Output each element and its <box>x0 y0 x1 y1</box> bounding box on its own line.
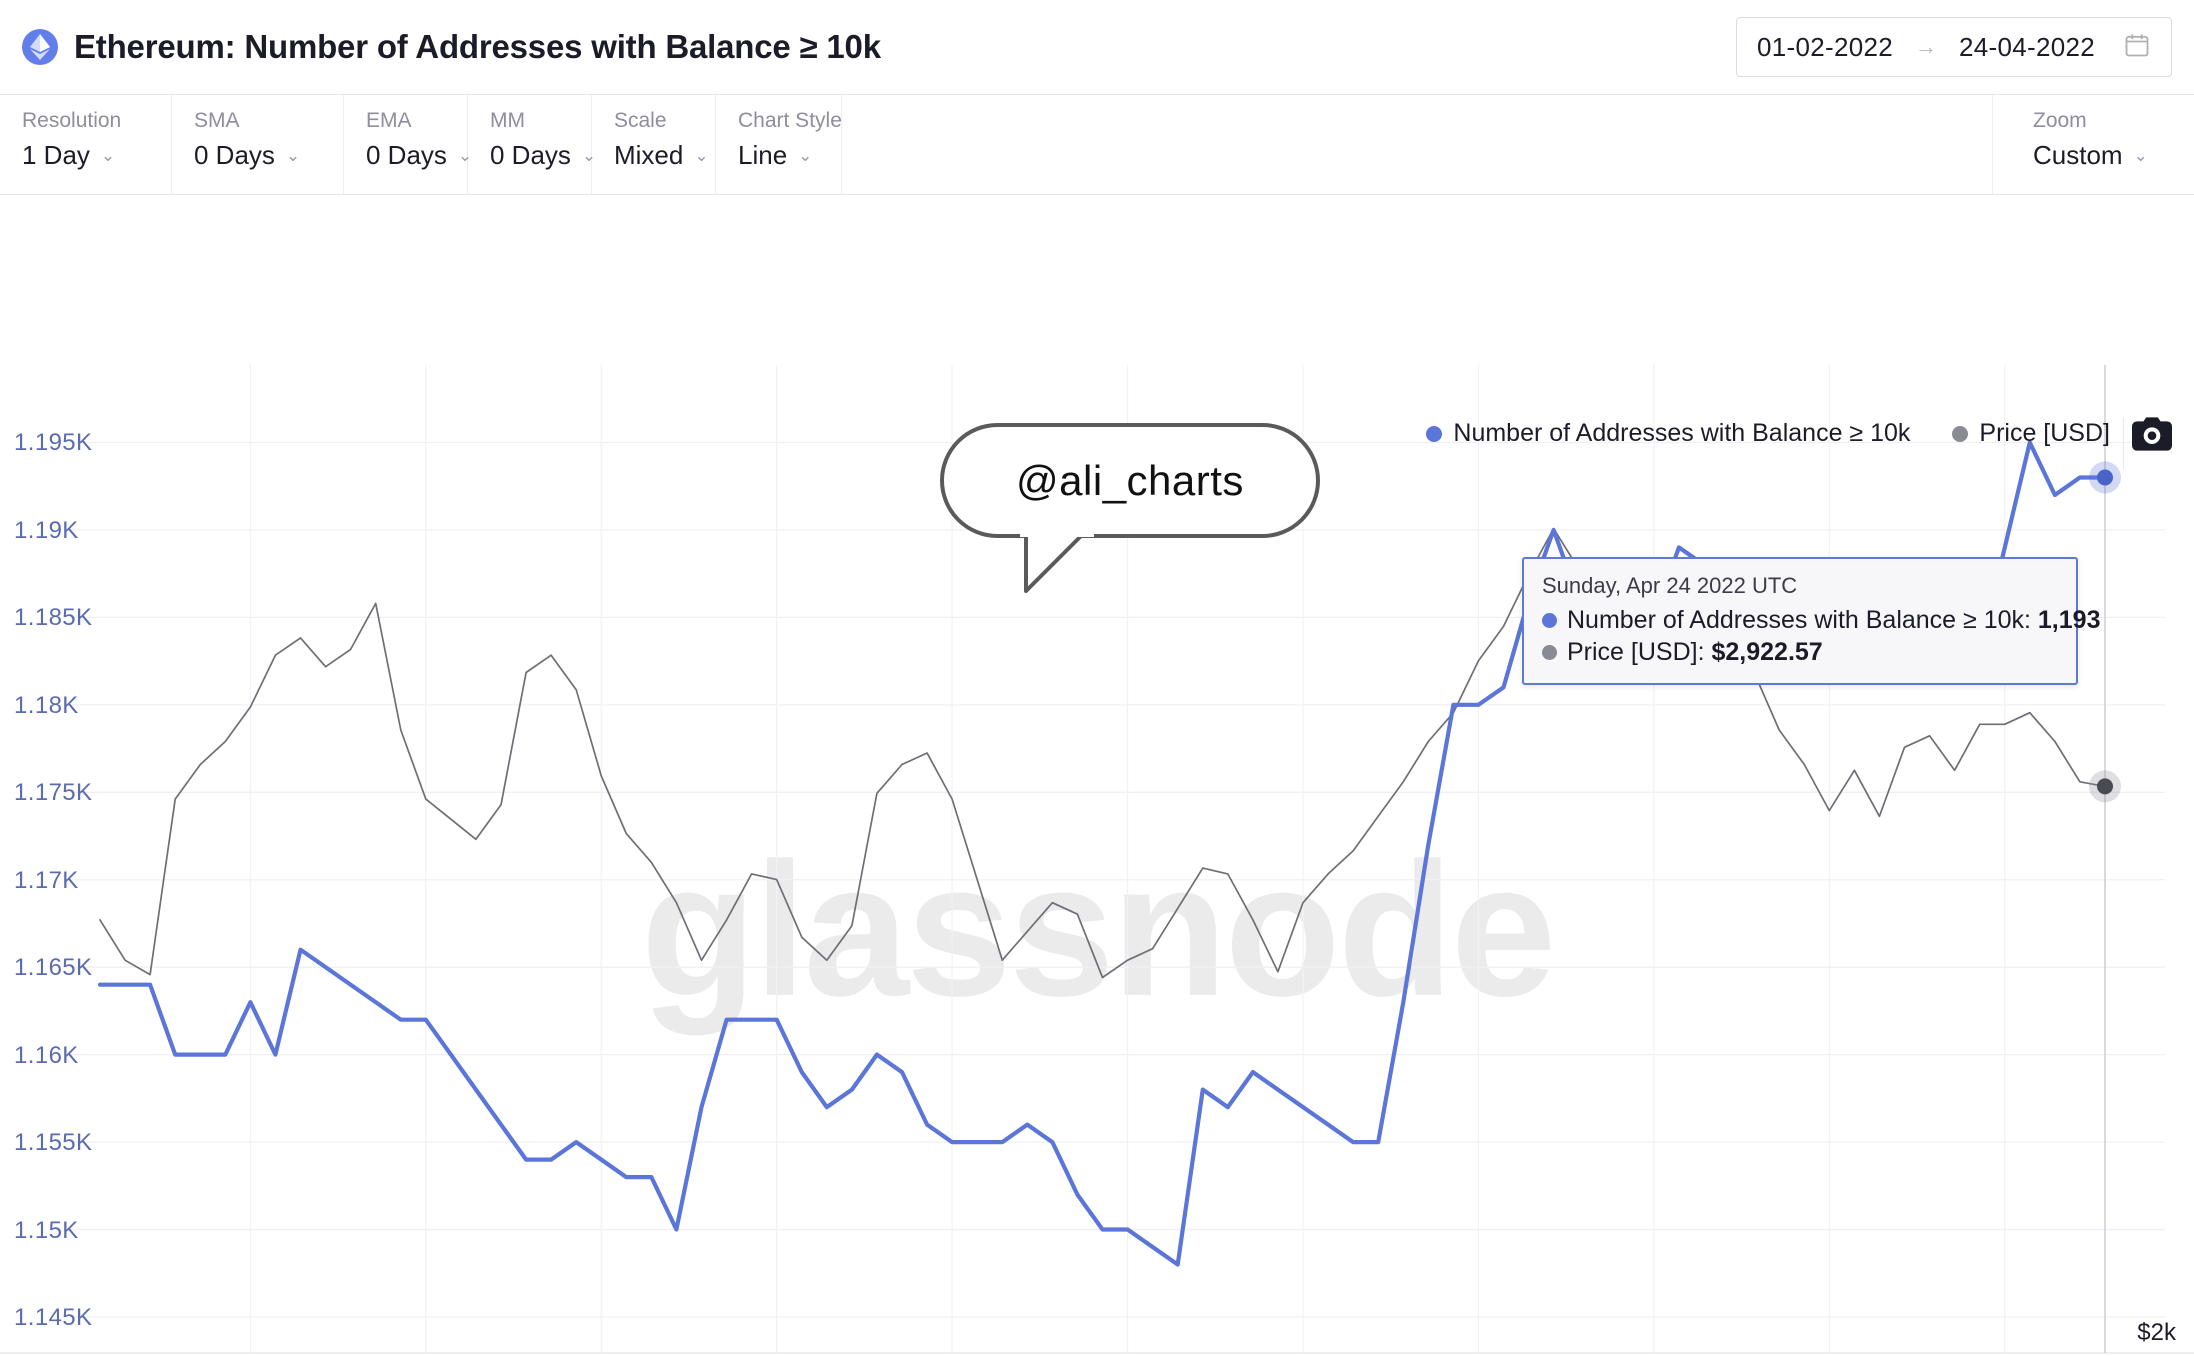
control-resolution-value[interactable]: 1 Day ⌄ <box>22 140 171 171</box>
y-axis-tick-label: 1.145K <box>14 1304 93 1331</box>
control-chart-style-value[interactable]: Line ⌄ <box>738 140 841 171</box>
y-axis-tick-label: 1.19K <box>14 516 79 544</box>
tooltip-value-addresses: 1,193 <box>2037 606 2101 634</box>
y-axis-right-tick-label: $2k <box>2137 1319 2176 1346</box>
chevron-down-icon: ⌄ <box>798 146 813 166</box>
tooltip-value-price: $2,922.57 <box>1711 638 1823 666</box>
tooltip-row-price: Price [USD]: $2,922.57 <box>1542 638 2058 667</box>
y-axis-tick-label: 1.17K <box>14 866 79 894</box>
y-axis-tick-label: 1.15K <box>14 1216 79 1244</box>
y-axis-tick-label: 1.195K <box>14 429 93 457</box>
date-arrow-icon: → <box>1915 34 1937 59</box>
chevron-down-icon: ⌄ <box>285 146 301 166</box>
tooltip-label-price-text: Price [USD]: <box>1567 638 1712 666</box>
chevron-down-icon: ⌄ <box>100 146 116 166</box>
y-axis-tick-label: 1.155K <box>14 1129 93 1157</box>
app-header: Ethereum: Number of Addresses with Balan… <box>0 0 2194 95</box>
tooltip-date: Sunday, Apr 24 2022 UTC <box>1542 573 1798 598</box>
control-sma-label: SMA <box>194 109 240 132</box>
tooltip-dot-addresses <box>1542 613 1557 628</box>
y-axis-tick-label: 1.18K <box>14 691 79 719</box>
y-axis-tick-label: 1.175K <box>14 779 93 807</box>
control-ema-value[interactable]: 0 Days ⌄ <box>366 140 472 171</box>
camera-icon[interactable] <box>2132 417 2172 451</box>
control-zoom[interactable]: Zoom Custom ⌄ <box>1992 95 2172 194</box>
control-ema[interactable]: EMA 0 Days ⌄ <box>344 95 472 194</box>
calendar-icon[interactable] <box>2123 31 2151 64</box>
y-axis-tick-label: 1.16K <box>14 1041 79 1069</box>
control-zoom-text: Custom <box>2033 140 2123 171</box>
control-scale-value[interactable]: Mixed ⌄ <box>614 140 715 171</box>
control-scale-text: Mixed <box>614 140 684 171</box>
y-axis-tick-label: 1.185K <box>14 604 93 632</box>
chart-plot-svg <box>0 365 2194 1354</box>
control-mm[interactable]: MM 0 Days ⌄ <box>468 95 596 194</box>
chevron-down-icon: ⌄ <box>2133 146 2148 166</box>
control-chart-style-text: Line <box>738 140 788 171</box>
control-zoom-label: Zoom <box>2033 109 2087 132</box>
chart-tooltip: Sunday, Apr 24 2022 UTC Number of Addres… <box>1522 557 2100 685</box>
control-sma-value[interactable]: 0 Days ⌄ <box>194 140 343 171</box>
control-scale-label: Scale <box>614 109 667 132</box>
legend-label-price: Price [USD] <box>1979 419 2110 447</box>
legend-divider <box>2123 417 2124 469</box>
chevron-down-icon: ⌄ <box>694 146 709 166</box>
control-chart-style[interactable]: Chart Style Line ⌄ <box>716 95 842 194</box>
control-sma-text: 0 Days <box>194 140 275 171</box>
chart-canvas: glassnode Number of Addresses with Balan… <box>0 195 2194 1355</box>
date-from-value[interactable]: 01-02-2022 <box>1757 32 1893 63</box>
chart-legend: Number of Addresses with Balance ≥ 10k P… <box>1426 419 2110 448</box>
page-title: Ethereum: Number of Addresses with Balan… <box>74 28 881 65</box>
annotation-handle: @ali_charts <box>1016 456 1244 504</box>
annotation-bubble: @ali_charts <box>940 423 1320 538</box>
annotation-bubble-tail <box>1020 533 1094 593</box>
control-sma[interactable]: SMA 0 Days ⌄ <box>172 95 344 194</box>
tooltip-row-addresses: Number of Addresses with Balance ≥ 10k: … <box>1542 606 2100 635</box>
control-resolution-label: Resolution <box>22 109 122 132</box>
date-range-picker[interactable]: 01-02-2022 → 24-04-2022 <box>1736 17 2172 77</box>
legend-item-addresses[interactable]: Number of Addresses with Balance ≥ 10k <box>1426 419 1910 448</box>
tooltip-label-addresses: Number of Addresses with Balance ≥ 10k: … <box>1567 606 2100 635</box>
chart-toolbar: Resolution 1 Day ⌄ SMA 0 Days ⌄ EMA 0 Da… <box>0 95 2194 195</box>
control-mm-label: MM <box>490 109 525 132</box>
legend-label-addresses: Number of Addresses with Balance ≥ 10k <box>1453 419 1911 447</box>
tooltip-label-addresses-text: Number of Addresses with Balance ≥ 10k: <box>1567 606 2038 634</box>
legend-item-price[interactable]: Price [USD] <box>1952 419 2110 448</box>
legend-dot-price <box>1952 425 1969 442</box>
control-ema-text: 0 Days <box>366 140 447 171</box>
tooltip-dot-price <box>1542 645 1557 660</box>
control-scale[interactable]: Scale Mixed ⌄ <box>592 95 716 194</box>
control-zoom-value[interactable]: Custom ⌄ <box>2033 140 2172 171</box>
control-resolution-text: 1 Day <box>22 140 90 171</box>
y-axis-tick-label: 1.165K <box>14 954 93 982</box>
date-to-value[interactable]: 24-04-2022 <box>1959 32 2095 63</box>
control-resolution[interactable]: Resolution 1 Day ⌄ <box>0 95 172 194</box>
control-chart-style-label: Chart Style <box>738 109 842 132</box>
legend-dot-addresses <box>1426 425 1443 442</box>
control-mm-text: 0 Days <box>490 140 571 171</box>
control-mm-value[interactable]: 0 Days ⌄ <box>490 140 596 171</box>
tooltip-label-price: Price [USD]: $2,922.57 <box>1567 638 1823 667</box>
ethereum-logo-icon <box>22 29 58 65</box>
control-ema-label: EMA <box>366 109 412 132</box>
